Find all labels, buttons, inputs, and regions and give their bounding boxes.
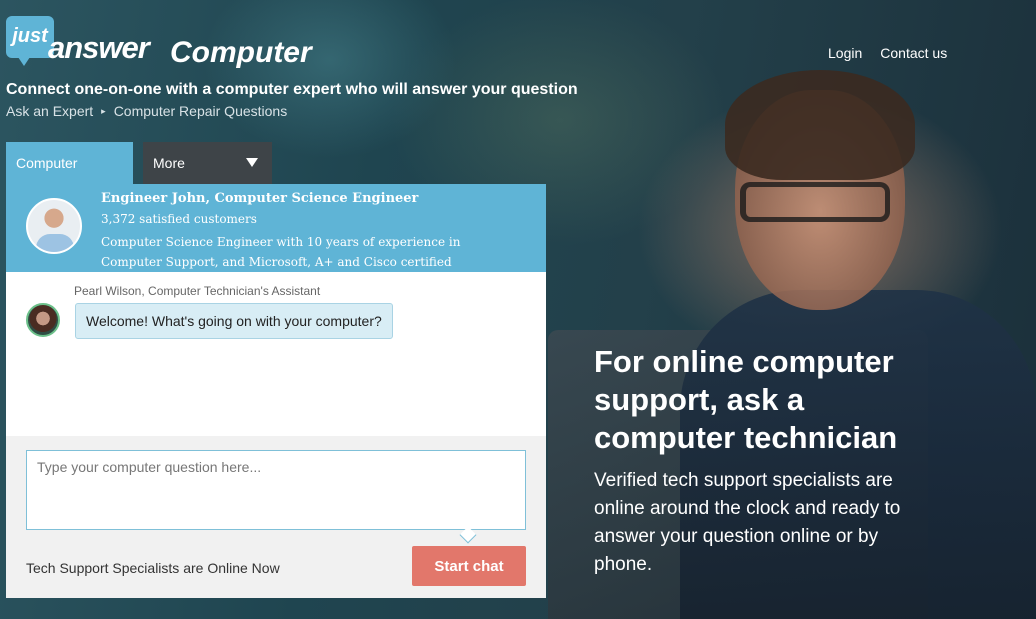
tab-computer-label: Computer bbox=[16, 155, 78, 171]
assistant-name: Pearl Wilson, Computer Technician's Assi… bbox=[74, 284, 321, 298]
expert-avatar bbox=[26, 198, 82, 254]
caret-down-icon bbox=[246, 158, 258, 167]
logo-product-name: Computer bbox=[170, 36, 312, 69]
breadcrumb-separator-icon: ▸ bbox=[101, 105, 106, 116]
hero-subtitle: Verified tech support specialists are on… bbox=[594, 470, 901, 575]
top-nav: Login Contact us bbox=[828, 45, 947, 61]
login-link[interactable]: Login bbox=[828, 45, 862, 61]
online-status: Tech Support Specialists are Online Now bbox=[26, 560, 280, 576]
technician-photo-hair bbox=[725, 70, 915, 180]
tab-more-label: More bbox=[153, 155, 185, 171]
breadcrumb: Ask an Expert ▸ Computer Repair Question… bbox=[6, 103, 287, 119]
start-chat-button[interactable]: Start chat bbox=[412, 546, 526, 586]
breadcrumb-ask-an-expert[interactable]: Ask an Expert bbox=[6, 103, 93, 119]
hero-title: For online computer support, ask a compu… bbox=[594, 344, 898, 455]
expert-name: Engineer John, Computer Science Engineer bbox=[101, 191, 419, 206]
logo-wordmark: answer bbox=[48, 30, 150, 65]
page-tagline: Connect one-on-one with a computer exper… bbox=[6, 81, 578, 98]
justanswer-logo[interactable]: just answer Computer bbox=[6, 16, 326, 76]
contact-us-link[interactable]: Contact us bbox=[880, 45, 947, 61]
chat-widget: Engineer John, Computer Science Engineer… bbox=[6, 184, 546, 598]
expert-description: Computer Science Engineer with 10 years … bbox=[101, 235, 461, 269]
logo-bubble: just bbox=[6, 16, 54, 66]
question-input[interactable] bbox=[26, 450, 526, 530]
compose-area: Tech Support Specialists are Online Now … bbox=[6, 436, 546, 598]
assistant-avatar bbox=[26, 303, 60, 337]
technician-photo-glasses bbox=[740, 182, 890, 222]
expert-profile: Engineer John, Computer Science Engineer… bbox=[6, 184, 546, 272]
expert-customer-count: 3,372 satisfied customers bbox=[101, 212, 257, 226]
breadcrumb-computer-repair[interactable]: Computer Repair Questions bbox=[114, 103, 288, 119]
tab-more-dropdown[interactable]: More bbox=[143, 142, 272, 185]
assistant-message: Welcome! What's going on with your compu… bbox=[75, 303, 393, 339]
expert-avatar-shirt bbox=[36, 234, 74, 252]
tab-computer[interactable]: Computer bbox=[6, 142, 133, 185]
